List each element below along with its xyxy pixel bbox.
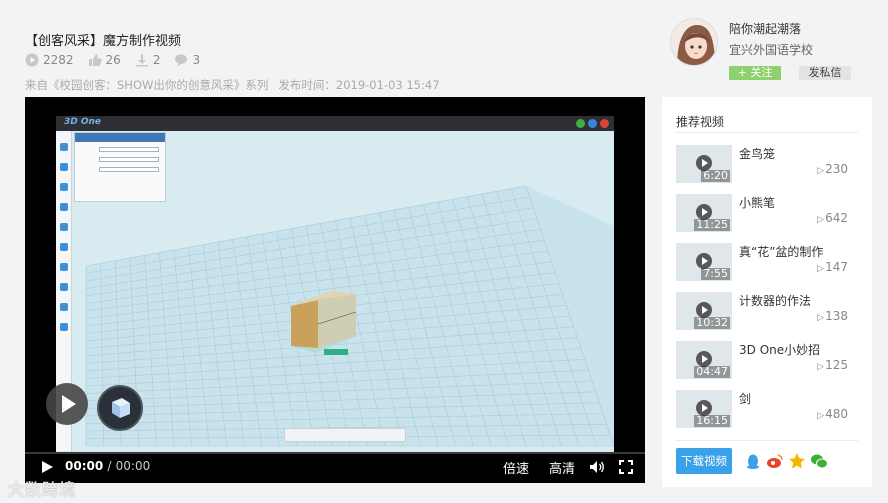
series-link[interactable]: 《校园创客：SHOW出你的创意风采》 xyxy=(48,78,245,92)
tool-icon xyxy=(60,263,68,271)
video-title: 【创客风采】魔方制作视频 xyxy=(25,34,182,49)
user-avatar[interactable] xyxy=(670,18,718,66)
player-controls: 00:00 / 00:00 倍速 高清 xyxy=(25,452,645,483)
recommend-item-title[interactable]: 计数器的作法 xyxy=(739,292,811,309)
recommend-item-title[interactable]: 3D One小妙招 xyxy=(739,341,820,358)
progress-bar[interactable] xyxy=(25,452,645,454)
recommend-item-title[interactable]: 金鸟笼 xyxy=(739,145,775,162)
user-name[interactable]: 陪你潮起潮落 xyxy=(729,20,801,37)
recommend-item[interactable]: 16:15 剑 480 xyxy=(676,390,862,428)
recommend-item-views: 642 xyxy=(817,211,848,225)
recommend-item-views: 147 xyxy=(817,260,848,274)
plays-stat: 2282 xyxy=(25,53,74,67)
avatar-image xyxy=(671,19,717,65)
recommend-item-title[interactable]: 小熊笔 xyxy=(739,194,775,211)
view-cube-icon xyxy=(97,385,143,431)
play-count: 2282 xyxy=(43,53,74,67)
recommend-item[interactable]: 11:25 小熊笔 642 xyxy=(676,194,862,232)
tool-icon xyxy=(60,283,68,291)
video-stats: 2282 26 2 3 xyxy=(25,53,200,67)
recommend-item[interactable]: 10:32 计数器的作法 138 xyxy=(676,292,862,330)
thumb-duration: 11:25 xyxy=(694,218,730,231)
play-pause-icon[interactable] xyxy=(40,460,54,474)
play-count-icon xyxy=(25,53,39,67)
thumbs-up-icon xyxy=(88,54,102,66)
comments-stat[interactable]: 3 xyxy=(174,53,200,67)
wechat-icon[interactable] xyxy=(810,452,828,470)
recommend-thumbnail[interactable]: 10:32 xyxy=(676,292,732,330)
recommend-item-views: 230 xyxy=(817,162,848,176)
recommend-thumbnail[interactable]: 04:47 xyxy=(676,341,732,379)
tool-icon xyxy=(60,303,68,311)
recommend-item-views: 480 xyxy=(817,407,848,421)
quality-button[interactable]: 高清 xyxy=(549,458,575,477)
comment-icon xyxy=(175,54,188,66)
likes-stat[interactable]: 26 xyxy=(88,53,121,67)
play-icon xyxy=(62,395,76,413)
recommend-item-views: 125 xyxy=(817,358,848,372)
watermark-text: 大数跨境 xyxy=(8,480,77,499)
fullscreen-icon[interactable] xyxy=(619,460,633,474)
publish-time: 2019-01-03 15:47 xyxy=(335,78,440,92)
tool-icon xyxy=(60,243,68,251)
recommend-thumbnail[interactable]: 7:55 xyxy=(676,243,732,281)
time-display: 00:00 / 00:00 xyxy=(65,459,150,473)
video-page: 【创客风采】魔方制作视频 2282 26 2 3 来自《校园创客：SHOW出你的… xyxy=(0,0,888,503)
qq-icon[interactable] xyxy=(744,452,762,470)
downloads-stat[interactable]: 2 xyxy=(135,53,161,67)
tool-icon xyxy=(60,323,68,331)
tool-icon xyxy=(60,223,68,231)
message-button[interactable]: 发私信 xyxy=(799,66,851,80)
tool-icon xyxy=(60,183,68,191)
follow-button[interactable]: + 关注 xyxy=(729,66,781,80)
video-player[interactable]: 3D One 00:00 / 00:00 倍速 高清 xyxy=(25,97,645,483)
window-min-icon xyxy=(576,119,585,128)
recommend-item[interactable]: 04:47 3D One小妙招 125 xyxy=(676,341,862,379)
user-school: 宜兴外国语学校 xyxy=(729,43,814,57)
qzone-icon[interactable] xyxy=(788,452,806,470)
thumb-duration: 6:20 xyxy=(701,169,730,182)
cad-app-logo: 3D One xyxy=(64,117,102,127)
speed-button[interactable]: 倍速 xyxy=(503,458,529,477)
thumb-duration: 10:32 xyxy=(694,316,730,329)
current-time: 00:00 xyxy=(65,459,104,473)
total-duration: 00:00 xyxy=(115,459,151,473)
big-play-button[interactable] xyxy=(46,383,88,425)
cad-titlebar: 3D One xyxy=(56,116,614,131)
recommend-item-title[interactable]: 剑 xyxy=(739,390,751,407)
recommend-title: 推荐视频 xyxy=(676,115,725,129)
tool-icon xyxy=(60,143,68,151)
window-close-icon xyxy=(600,119,609,128)
recommend-item[interactable]: 6:20 金鸟笼 230 xyxy=(676,145,862,183)
volume-icon[interactable] xyxy=(589,460,605,474)
recommend-thumbnail[interactable]: 6:20 xyxy=(676,145,732,183)
recommend-thumbnail[interactable]: 11:25 xyxy=(676,194,732,232)
recommend-item[interactable]: 7:55 真“花”盆的制作 147 xyxy=(676,243,862,281)
recommend-thumbnail[interactable]: 16:15 xyxy=(676,390,732,428)
video-source: 来自《校园创客：SHOW出你的创意风采》系列 发布时间：2019-01-03 15… xyxy=(25,77,440,93)
cad-property-panel xyxy=(74,132,166,202)
download-icon xyxy=(135,54,148,67)
cad-view-toolbar xyxy=(284,428,406,442)
thumb-duration: 7:55 xyxy=(701,267,730,280)
source-prefix: 来自 xyxy=(25,78,48,92)
tool-icon xyxy=(60,203,68,211)
time-separator: / xyxy=(107,459,112,473)
weibo-icon[interactable] xyxy=(766,452,784,470)
recommend-sidebar: 推荐视频 6:20 金鸟笼 230 11:25 小熊笔 642 7:55 真“花… xyxy=(662,97,872,487)
recommend-item-views: 138 xyxy=(817,309,848,323)
thumb-duration: 16:15 xyxy=(694,414,730,427)
tool-icon xyxy=(60,163,68,171)
download-count: 2 xyxy=(152,53,161,67)
like-count: 26 xyxy=(105,53,121,67)
source-suffix: 系列 xyxy=(245,78,269,92)
publish-label: 发布时间： xyxy=(278,78,336,92)
download-video-button[interactable]: 下载视频 xyxy=(676,448,732,474)
thumb-duration: 04:47 xyxy=(694,365,730,378)
window-max-icon xyxy=(588,119,597,128)
comment-count: 3 xyxy=(192,53,201,67)
recommend-item-title[interactable]: 真“花”盆的制作 xyxy=(739,243,823,260)
